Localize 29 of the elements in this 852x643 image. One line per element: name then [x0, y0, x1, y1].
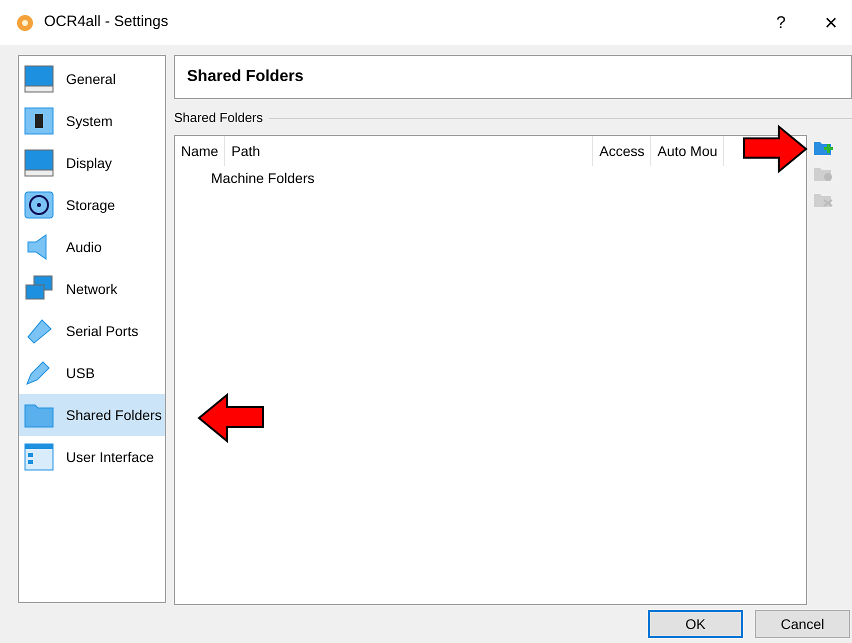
- column-header[interactable]: Auto Mou: [651, 136, 724, 166]
- sidebar-item[interactable]: User Interface: [19, 436, 165, 478]
- sidebar-item[interactable]: Storage: [19, 184, 165, 226]
- table-row[interactable]: Machine Folders: [175, 166, 806, 190]
- help-button[interactable]: ?: [766, 10, 796, 36]
- pointer-arrow: [197, 393, 265, 443]
- column-header[interactable]: Name: [175, 136, 226, 166]
- sidebar-item[interactable]: General: [19, 58, 165, 100]
- close-button[interactable]: ×: [816, 6, 846, 39]
- sidebar-item[interactable]: Serial Ports: [19, 310, 165, 352]
- sidebar-item[interactable]: Shared Folders: [19, 394, 165, 436]
- window-title: OCR4all - Settings: [44, 12, 168, 32]
- chip-icon: [24, 107, 54, 135]
- page-title: Shared Folders: [187, 67, 304, 87]
- column-header[interactable]: Access: [593, 136, 652, 166]
- pointer-arrow: [742, 124, 808, 174]
- group-label: Shared Folders: [174, 109, 263, 128]
- ok-button[interactable]: OK: [648, 610, 743, 638]
- column-header[interactable]: Path: [225, 136, 594, 166]
- sidebar-item[interactable]: Network: [19, 268, 165, 310]
- sidebar-item[interactable]: Display: [19, 142, 165, 184]
- sidebar-item[interactable]: Audio: [19, 226, 165, 268]
- monitor-icon: [24, 149, 54, 177]
- gear-icon: [16, 14, 34, 32]
- sidebar-item[interactable]: USB: [19, 352, 165, 394]
- window-icon: [24, 443, 54, 471]
- sidebar-item[interactable]: System: [19, 100, 165, 142]
- monitor-icon: [24, 65, 54, 93]
- cancel-button[interactable]: Cancel: [755, 610, 850, 638]
